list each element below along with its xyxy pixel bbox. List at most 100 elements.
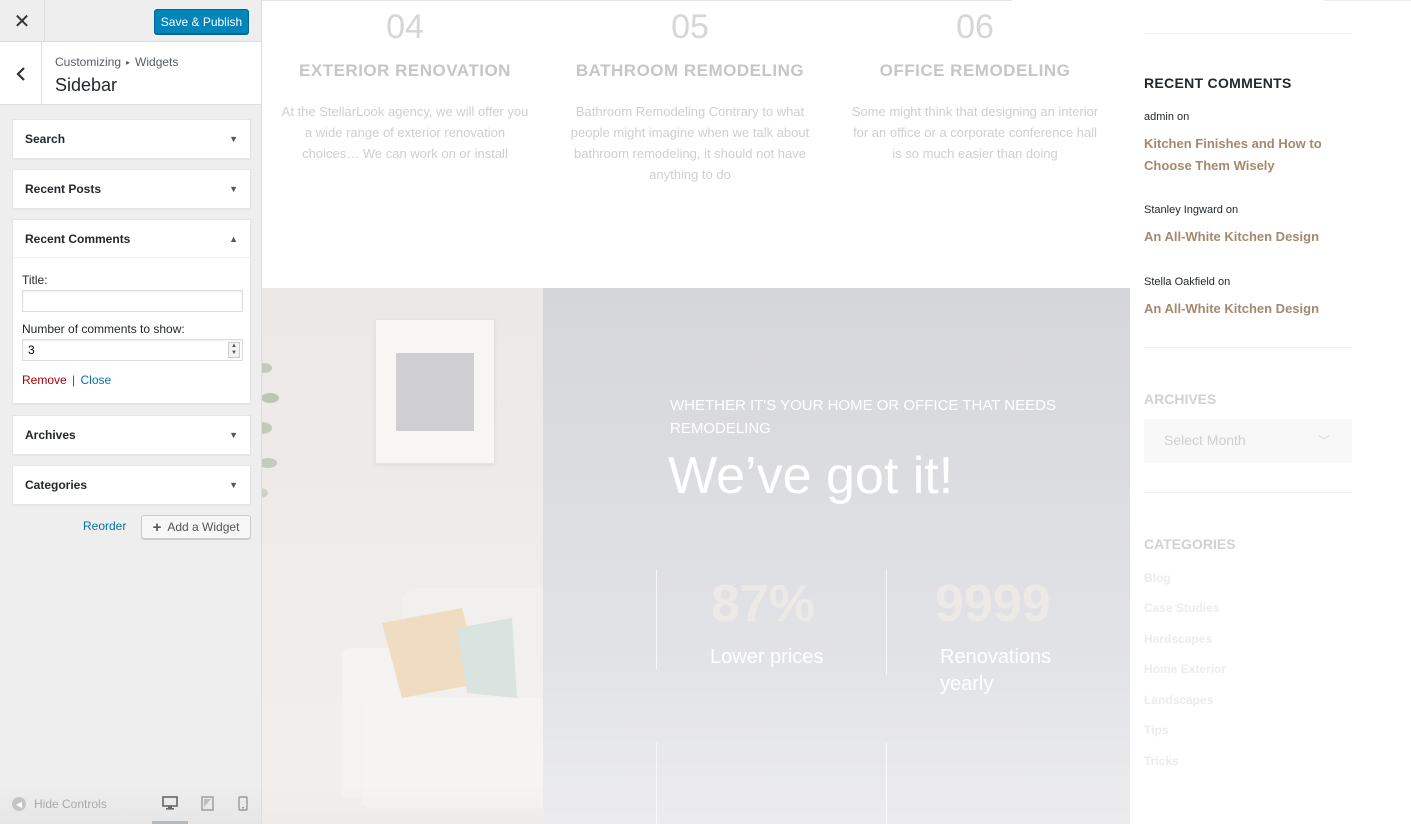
hero-panel: WHETHER IT'S YOUR HOME OR OFFICE THAT NE… [543,288,1130,824]
widget-recent-comments: Recent Comments ▲ Title: Number of comme… [12,219,251,404]
hero-image [262,288,543,824]
category-link[interactable]: Tricks [1144,754,1179,768]
tablet-icon [200,795,214,811]
stat-divider [656,743,657,824]
site-sidebar: RECENT COMMENTS admin on Kitchen Finishe… [1144,0,1352,824]
stat-divider [656,569,657,669]
save-publish-button[interactable]: Save & Publish [154,9,249,34]
widget-categories: Categories ▼ [12,465,251,505]
service-description: Some might think that designing an inter… [851,104,1099,161]
archives-title: ARCHIVES [1144,391,1217,407]
site-preview: 04 EXTERIOR RENOVATION At the StellarLoo… [262,0,1411,824]
service-name[interactable]: EXTERIOR RENOVATION [270,61,540,81]
plant-image [262,363,279,498]
hide-controls-button[interactable]: ◀ Hide Controls [12,797,107,811]
hero-kicker: WHETHER IT'S YOUR HOME OR OFFICE THAT NE… [670,397,1056,437]
breadcrumb-item: Customizing [55,55,122,69]
categories-title: CATEGORIES [1144,536,1236,552]
section-title: Sidebar [55,75,118,95]
number-stepper[interactable]: ▲ ▼ [228,342,240,358]
service-item: 04 EXTERIOR RENOVATION At the StellarLoo… [270,0,540,164]
reorder-link[interactable]: Reorder [83,519,126,533]
widget-form: Title: Number of comments to show: ▲▼ Re… [13,258,250,397]
breadcrumb-item: Widgets [135,55,179,69]
comment-post-link[interactable]: An All-White Kitchen Design [1144,226,1334,248]
category-link[interactable]: Home Exterior [1144,662,1226,676]
number-of-comments-input[interactable] [22,339,243,361]
expand-arrow-icon: ▼ [229,184,238,194]
widget-actions: Remove | Close [22,373,241,387]
service-number: 05 [671,8,709,46]
service-description: Bathroom Remodeling Contrary to what peo… [570,104,810,182]
mobile-icon [238,795,248,811]
plus-icon: + [152,518,162,536]
select-value: Select Month [1164,432,1246,448]
title-label: Title: [22,273,48,287]
service-number: 04 [386,8,424,46]
service-item: 05 BATHROOM REMODELING Bathroom Remodeli… [555,0,825,185]
customizer-panel: ✕ Save & Publish Customizing ▸ Widgets Sid… [0,0,262,824]
widget-title: Recent Posts [25,182,102,196]
widget-header[interactable]: Recent Posts ▼ [13,170,250,208]
comment-author: admin on [1144,111,1190,123]
chevron-left-icon [15,66,25,81]
service-name[interactable]: BATHROOM REMODELING [555,61,825,81]
category-link[interactable]: Landscapes [1144,693,1213,707]
collapse-icon: ◀ [12,797,26,811]
back-button[interactable] [0,42,42,105]
widget-header[interactable]: Archives ▼ [13,416,250,454]
add-widget-label: Add a Widget [167,520,240,534]
hero-title: We’ve got it! [668,447,954,505]
customizer-header: ✕ Save & Publish [0,0,261,42]
preview-mobile-button[interactable] [234,794,252,812]
comment-post-link[interactable]: An All-White Kitchen Design [1144,298,1334,320]
service-name[interactable]: OFFICE REMODELING [840,61,1110,81]
stat-divider [886,569,887,675]
category-link[interactable]: Blog [1144,571,1171,585]
floor [262,784,543,824]
link-separator: | [72,373,76,387]
widget-header[interactable]: Recent Comments ▲ [13,220,250,258]
comment-post-link[interactable]: Kitchen Finishes and How to Choose Them … [1144,133,1334,177]
category-link[interactable]: Tips [1144,723,1168,737]
breadcrumb: Customizing ▸ Widgets [55,55,178,69]
breadcrumb-separator: ▸ [126,58,131,67]
sofa-image [342,588,543,808]
divider [1144,33,1352,34]
widget-header[interactable]: Categories ▼ [13,466,250,504]
section-header: Customizing ▸ Widgets Sidebar [0,42,261,105]
add-widget-button[interactable]: + Add a Widget [141,515,251,539]
desktop-icon [162,795,178,810]
close-link[interactable]: Close [81,373,112,387]
expand-arrow-icon: ▼ [229,480,238,490]
number-label: Number of comments to show: [22,322,185,336]
widget-recent-posts: Recent Posts ▼ [12,169,251,209]
close-icon: ✕ [13,10,31,33]
stat-label: Lower prices [710,646,824,668]
preview-desktop-button[interactable] [161,794,179,812]
customizer-footer: ◀ Hide Controls [0,784,261,824]
hide-controls-label: Hide Controls [34,797,107,811]
archives-select[interactable]: Select Month ﹀ [1144,419,1352,463]
comment-author: Stanley Ingward on [1144,204,1239,216]
preview-tablet-button[interactable] [198,794,216,812]
widget-title: Recent Comments [25,231,131,246]
chevron-down-icon: ﹀ [1317,434,1330,448]
artwork-image [396,353,474,431]
category-link[interactable]: Hardscapes [1144,632,1212,646]
recent-comments-title: RECENT COMMENTS [1144,75,1292,91]
category-link[interactable]: Case Studies [1144,601,1219,615]
widget-archives: Archives ▼ [12,415,251,455]
widget-title: Categories [25,478,88,492]
remove-link[interactable]: Remove [22,373,67,387]
widget-header[interactable]: Search ▼ [13,120,250,158]
widget-title: Archives [25,428,76,442]
number-field: ▲▼ [22,339,243,361]
service-description: At the StellarLook agency, we will offer… [281,104,529,161]
picture-frame [375,319,495,464]
service-number: 06 [956,8,994,46]
title-input[interactable] [22,290,243,312]
widget-title: Search [25,132,66,146]
close-customizer-button[interactable]: ✕ [0,0,45,42]
stat-divider [886,743,887,824]
